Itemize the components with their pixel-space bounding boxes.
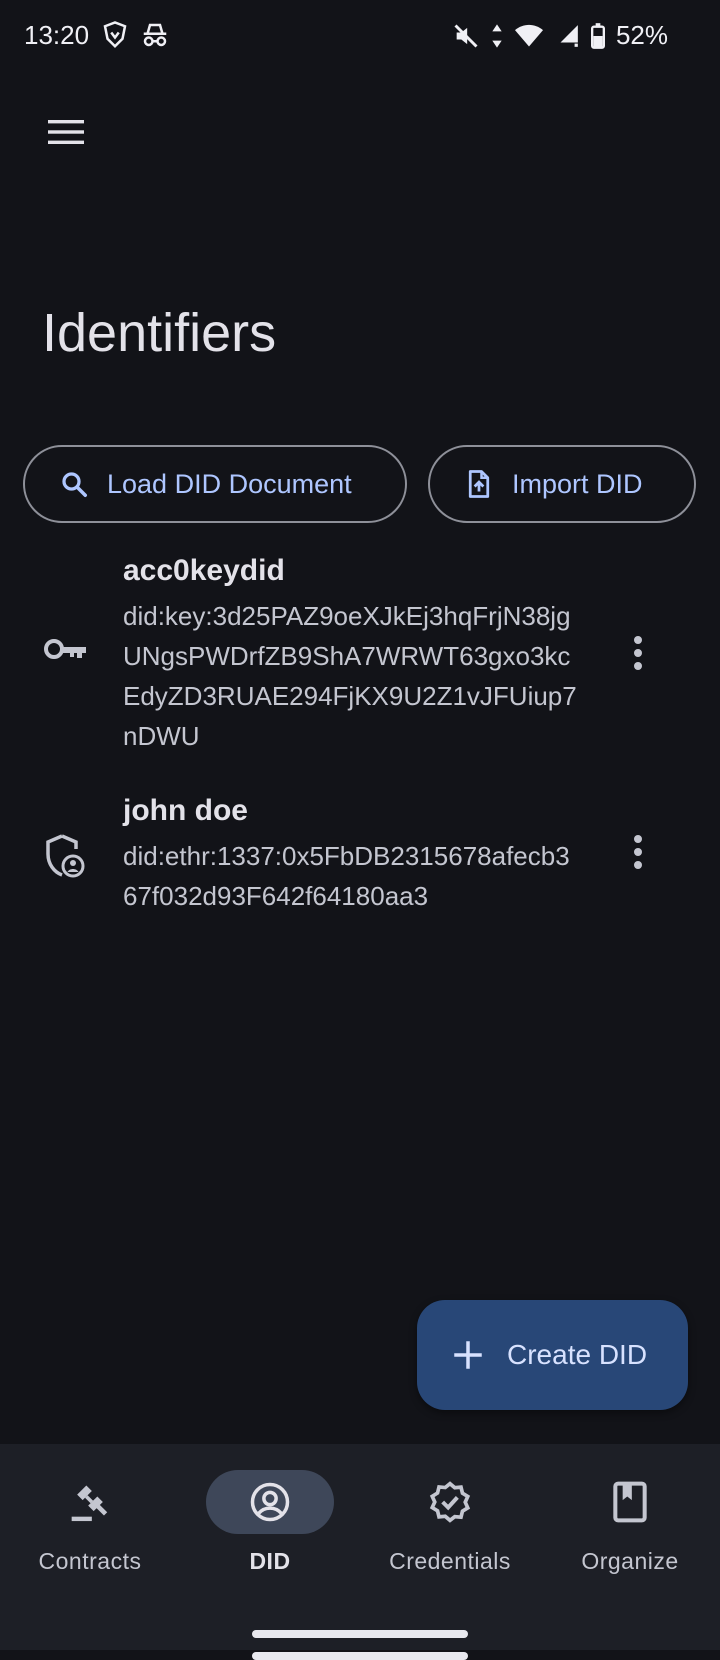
import-did-label: Import DID <box>512 468 643 499</box>
menu-icon <box>46 117 86 147</box>
gavel-icon <box>68 1480 112 1524</box>
nav-label-credentials: Credentials <box>389 1548 511 1574</box>
nav-label-organize: Organize <box>581 1548 679 1574</box>
status-icons-left <box>100 20 170 50</box>
bottom-navigation: Contracts DID Credentials Organize <box>0 1444 720 1660</box>
wifi-icon <box>514 22 544 50</box>
home-indicator[interactable] <box>252 1652 468 1660</box>
nav-label-did: DID <box>249 1548 291 1574</box>
nav-indicator <box>26 1470 154 1534</box>
list-item[interactable]: acc0keydid did:key:3d25PAZ9oeXJkEj3hqFrj… <box>0 550 720 760</box>
battery-percent: 52% <box>615 20 668 50</box>
nav-item-organize[interactable]: Organize <box>540 1470 720 1575</box>
load-did-document-label: Load DID Document <box>107 468 352 499</box>
file-upload-icon <box>464 469 494 499</box>
nav-item-contracts[interactable]: Contracts <box>0 1470 180 1575</box>
verified-icon <box>428 1480 472 1524</box>
gesture-bar[interactable] <box>252 1630 468 1638</box>
account-circle-icon <box>249 1481 291 1523</box>
nav-label-contracts: Contracts <box>38 1548 142 1574</box>
nav-indicator-active <box>206 1470 334 1534</box>
load-did-document-button[interactable]: Load DID Document <box>23 445 407 523</box>
key-icon <box>44 636 88 662</box>
identifier-did: did:key:3d25PAZ9oeXJkEj3hqFrjN38jgUNgsPW… <box>123 601 577 751</box>
search-icon <box>59 469 89 499</box>
more-options-button[interactable] <box>624 830 652 874</box>
bookmark-book-icon <box>610 1480 650 1524</box>
shield-person-icon <box>44 834 86 878</box>
more-options-button[interactable] <box>624 631 652 675</box>
menu-button[interactable] <box>38 104 94 160</box>
battery-icon <box>590 22 606 50</box>
identifier-name: acc0keydid <box>123 554 285 587</box>
nav-indicator <box>386 1470 514 1534</box>
nav-item-did[interactable]: DID <box>180 1470 360 1575</box>
create-did-label: Create DID <box>507 1339 648 1370</box>
nav-item-credentials[interactable]: Credentials <box>360 1470 540 1575</box>
import-did-button[interactable]: Import DID <box>428 445 696 523</box>
signal-icon <box>554 22 580 50</box>
plus-icon <box>453 1340 483 1370</box>
page-title: Identifiers <box>42 303 277 363</box>
incognito-icon <box>140 20 170 50</box>
identifier-name: john doe <box>123 794 248 827</box>
identifier-did: did:ethr:1337:0x5FbDB2315678afecb367f032… <box>123 841 570 911</box>
create-did-button[interactable]: Create DID <box>417 1300 688 1410</box>
list-item[interactable]: john doe did:ethr:1337:0x5FbDB2315678afe… <box>0 790 720 920</box>
status-bar: 13:20 52% <box>0 0 720 72</box>
status-icons-right: 52% <box>452 20 668 51</box>
data-arrows-icon <box>490 22 504 50</box>
nav-indicator <box>566 1470 694 1534</box>
mute-icon <box>452 22 480 50</box>
status-time: 13:20 <box>24 20 90 50</box>
brave-icon <box>100 20 130 50</box>
